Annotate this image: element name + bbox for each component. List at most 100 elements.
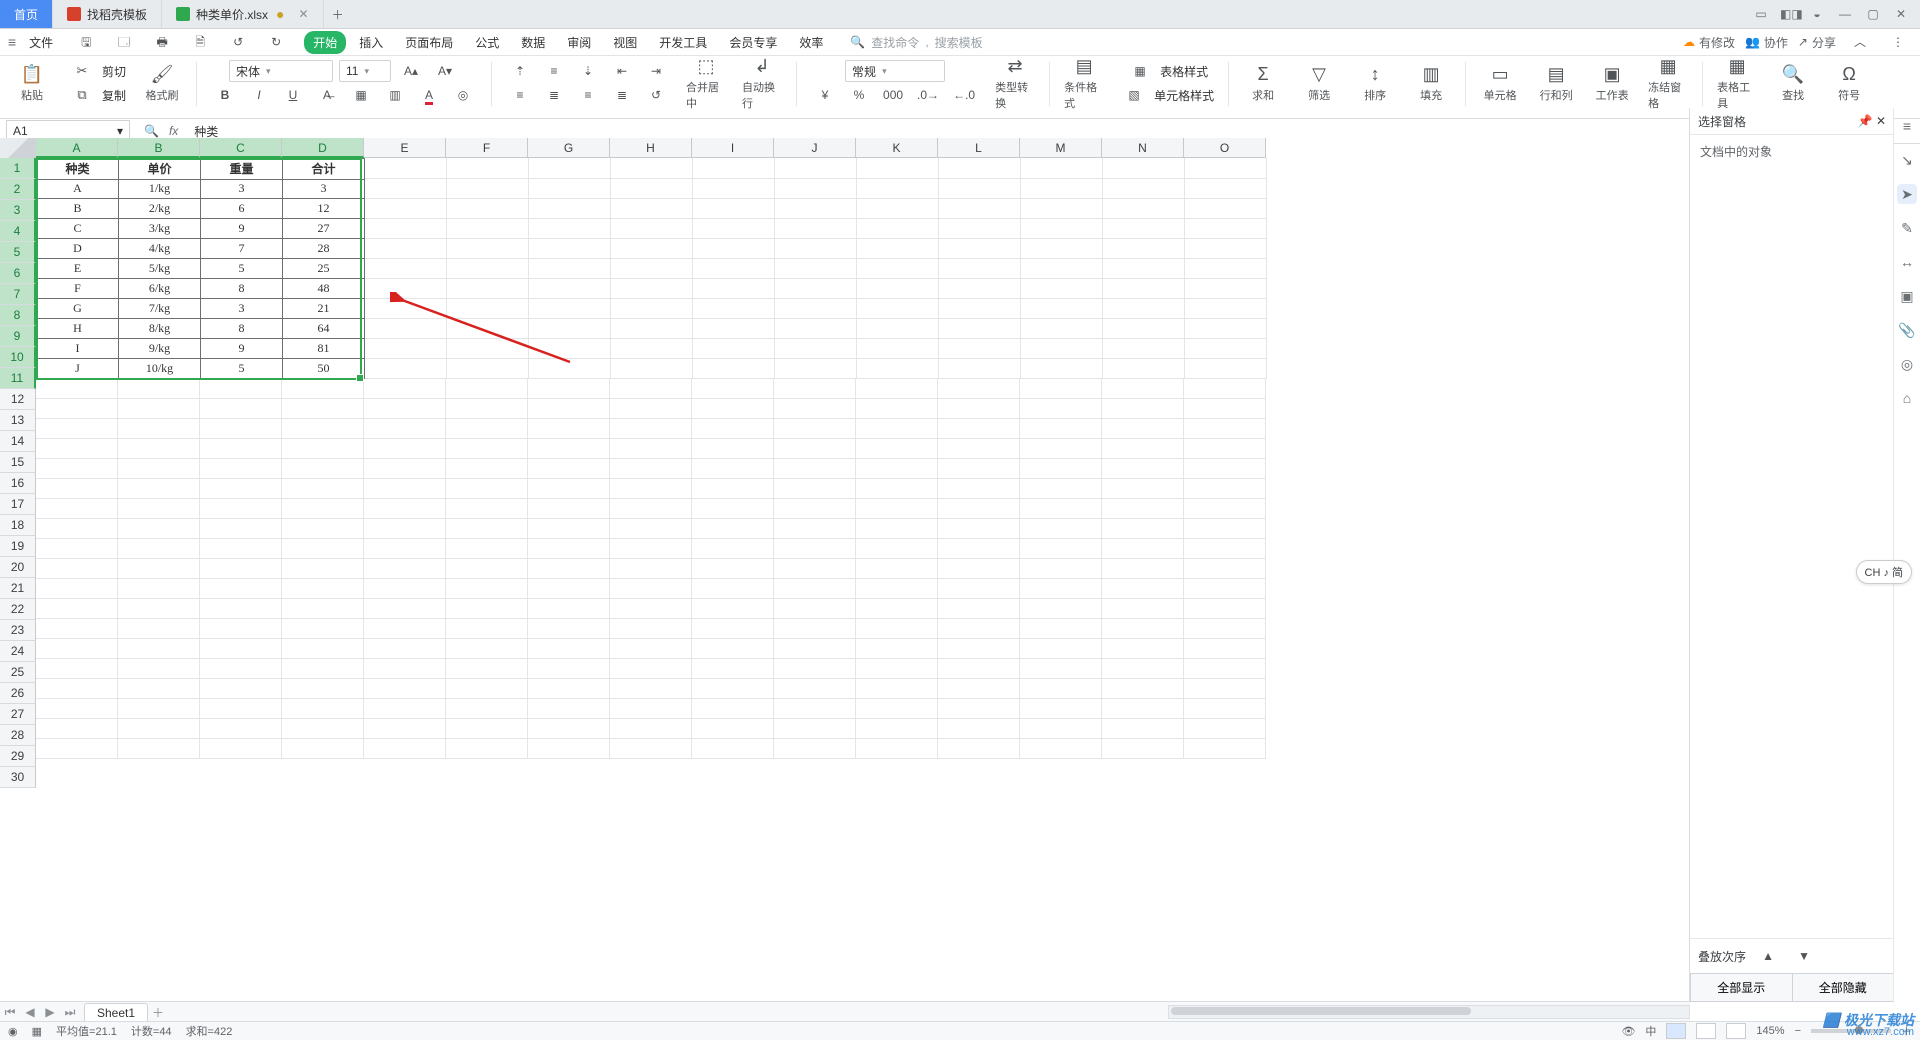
cell[interactable]: [857, 218, 939, 239]
cell[interactable]: [692, 698, 774, 719]
cell[interactable]: [693, 198, 775, 219]
copy-icon[interactable]: ⧉: [68, 84, 96, 106]
cell[interactable]: 21: [283, 298, 365, 319]
cell[interactable]: [364, 378, 446, 399]
side-help-icon[interactable]: ⌂: [1897, 388, 1917, 408]
cell[interactable]: [1185, 278, 1267, 299]
cell[interactable]: [446, 738, 528, 759]
symbol-button[interactable]: Ω符号: [1829, 60, 1869, 106]
cell[interactable]: [939, 358, 1021, 379]
cell[interactable]: [1103, 198, 1185, 219]
cell[interactable]: 6/kg: [119, 278, 201, 299]
cell[interactable]: [528, 438, 610, 459]
cell[interactable]: I: [36, 338, 119, 359]
cell[interactable]: [856, 538, 938, 559]
cell[interactable]: [282, 498, 364, 519]
cell[interactable]: [1185, 218, 1267, 239]
cell[interactable]: [282, 378, 364, 399]
cell[interactable]: [1021, 338, 1103, 359]
show-all-button[interactable]: 全部显示: [1690, 973, 1793, 1002]
row-header-27[interactable]: 27: [0, 704, 36, 725]
hide-all-button[interactable]: 全部隐藏: [1793, 973, 1895, 1002]
cell[interactable]: 1/kg: [119, 178, 201, 199]
row-header-16[interactable]: 16: [0, 473, 36, 494]
cell[interactable]: [610, 378, 692, 399]
cell[interactable]: [528, 478, 610, 499]
cell[interactable]: [610, 698, 692, 719]
cell[interactable]: [200, 558, 282, 579]
cell[interactable]: [692, 418, 774, 439]
cell[interactable]: [447, 238, 529, 259]
apps-icon[interactable]: ◧◨: [1780, 7, 1798, 21]
cell[interactable]: [118, 498, 200, 519]
cell[interactable]: [856, 698, 938, 719]
format-painter-button[interactable]: 🖌格式刷: [142, 60, 182, 106]
cell[interactable]: F: [36, 278, 119, 299]
cell[interactable]: [446, 538, 528, 559]
cell[interactable]: 9: [201, 338, 283, 359]
cell[interactable]: [36, 558, 118, 579]
cell[interactable]: [774, 538, 856, 559]
cell[interactable]: [365, 178, 447, 199]
cell[interactable]: [528, 378, 610, 399]
cell[interactable]: [939, 218, 1021, 239]
row-header-11[interactable]: 11: [0, 368, 36, 389]
cell[interactable]: [282, 638, 364, 659]
cell[interactable]: 7: [201, 238, 283, 259]
cell[interactable]: [447, 258, 529, 279]
col-header-G[interactable]: G: [528, 138, 610, 158]
cell[interactable]: [36, 658, 118, 679]
cell[interactable]: [939, 198, 1021, 219]
cell[interactable]: [1102, 618, 1184, 639]
cell[interactable]: [1102, 418, 1184, 439]
ribbon-tab-developer[interactable]: 开发工具: [650, 31, 716, 54]
cell[interactable]: [200, 478, 282, 499]
cell[interactable]: [364, 698, 446, 719]
cell[interactable]: [529, 158, 611, 179]
cell[interactable]: [610, 458, 692, 479]
cell[interactable]: [528, 398, 610, 419]
side-layout-icon[interactable]: ▣: [1897, 286, 1917, 306]
cell[interactable]: [36, 598, 118, 619]
cell[interactable]: [200, 398, 282, 419]
cell[interactable]: [775, 258, 857, 279]
cell[interactable]: [856, 738, 938, 759]
cell[interactable]: [1185, 238, 1267, 259]
row-header-20[interactable]: 20: [0, 557, 36, 578]
cell[interactable]: [364, 638, 446, 659]
skin-icon[interactable]: ◒: [1808, 7, 1826, 21]
cell[interactable]: 3: [283, 178, 365, 199]
add-sheet-button[interactable]: ＋: [148, 1004, 168, 1021]
cell[interactable]: [1102, 438, 1184, 459]
cell[interactable]: [1184, 738, 1266, 759]
cell[interactable]: [1021, 178, 1103, 199]
cell[interactable]: [1020, 558, 1102, 579]
cell[interactable]: [529, 298, 611, 319]
cell[interactable]: [938, 698, 1020, 719]
cell[interactable]: [528, 618, 610, 639]
row-header-30[interactable]: 30: [0, 767, 36, 788]
cell[interactable]: [857, 158, 939, 179]
side-hamburger-icon[interactable]: ≡: [1897, 116, 1917, 136]
cell[interactable]: [693, 258, 775, 279]
cell[interactable]: [693, 238, 775, 259]
cell[interactable]: 50: [283, 358, 365, 379]
row-header-14[interactable]: 14: [0, 431, 36, 452]
cell[interactable]: [1021, 298, 1103, 319]
cell[interactable]: [611, 278, 693, 299]
cell[interactable]: 重量: [201, 158, 283, 180]
cell[interactable]: [1103, 158, 1185, 179]
cell[interactable]: [1102, 378, 1184, 399]
send-backward-icon[interactable]: ▼: [1790, 945, 1818, 967]
cell[interactable]: [118, 658, 200, 679]
cell[interactable]: 64: [283, 318, 365, 339]
cell[interactable]: [364, 598, 446, 619]
cell[interactable]: [447, 318, 529, 339]
side-select-icon[interactable]: ↘: [1897, 150, 1917, 170]
close-window-icon[interactable]: ✕: [1892, 7, 1910, 21]
cell[interactable]: [610, 498, 692, 519]
cell[interactable]: [774, 738, 856, 759]
cell[interactable]: 2/kg: [119, 198, 201, 219]
cell[interactable]: [528, 678, 610, 699]
cell[interactable]: [282, 478, 364, 499]
